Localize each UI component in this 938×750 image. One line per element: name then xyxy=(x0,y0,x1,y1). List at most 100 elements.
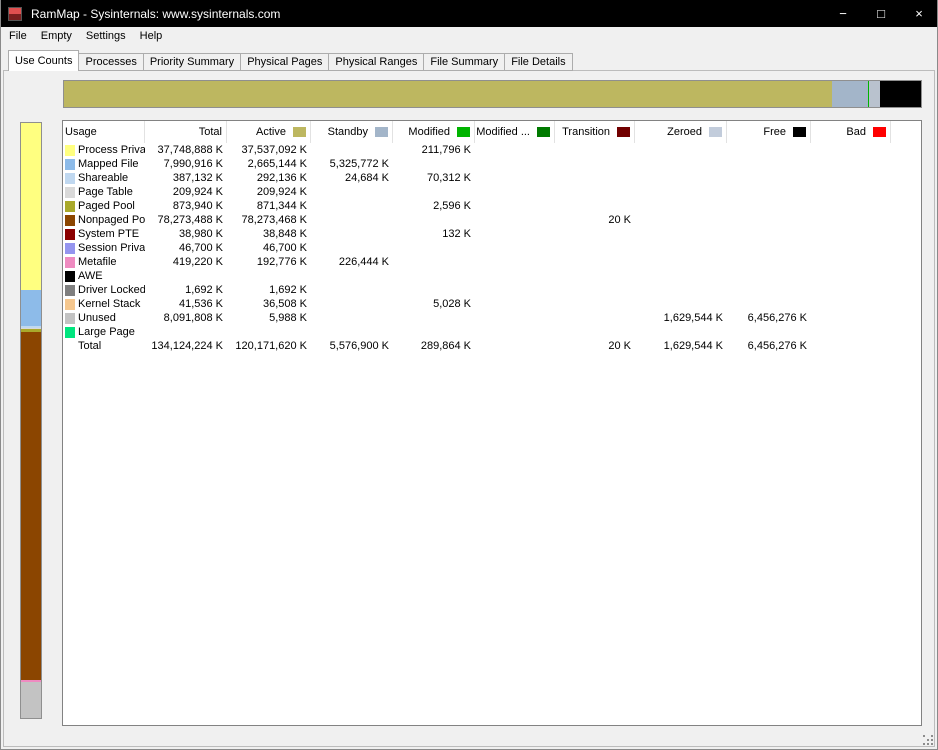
usage-label: Nonpaged Pool xyxy=(78,214,145,226)
system-pte-color-swatch xyxy=(65,228,75,240)
window-controls: − □ × xyxy=(824,0,938,27)
value-cell xyxy=(311,297,393,311)
value-cell xyxy=(475,297,555,311)
table-row-awe[interactable]: AWE xyxy=(63,269,921,283)
titlebar-maximize-button[interactable]: □ xyxy=(862,0,900,27)
tab-priority-summary[interactable]: Priority Summary xyxy=(142,53,242,71)
value-cell xyxy=(727,241,811,255)
hbar-segment-free xyxy=(879,81,921,107)
column-header-bad[interactable]: Bad xyxy=(811,121,891,143)
table-row-unused[interactable]: Unused 8,091,808 K 5,988 K 1,629,544 K 6,456… xyxy=(63,311,921,325)
value-cell xyxy=(555,199,635,213)
table-row-session-private[interactable]: Session Private 46,700 K 46,700 K xyxy=(63,241,921,255)
tab-physical-ranges[interactable]: Physical Ranges xyxy=(328,53,425,71)
table-row-large-page[interactable]: Large Page xyxy=(63,325,921,339)
column-header-active[interactable]: Active xyxy=(227,121,311,143)
metafile-color-swatch xyxy=(65,256,75,268)
value-cell xyxy=(475,213,555,227)
value-cell: 46,700 K xyxy=(178,242,223,254)
value-cell xyxy=(727,269,811,283)
value-cell: 132 K xyxy=(442,228,471,240)
column-header-usage[interactable]: Usage xyxy=(63,121,145,143)
nonpaged-pool-color-swatch xyxy=(65,214,75,226)
paged-pool-color-swatch xyxy=(65,200,75,212)
tab-physical-pages[interactable]: Physical Pages xyxy=(240,53,330,71)
value-cell xyxy=(555,311,635,325)
value-cell xyxy=(635,241,727,255)
usage-cell: Kernel Stack xyxy=(63,297,145,311)
value-cell xyxy=(727,227,811,241)
transition-color-swatch xyxy=(617,127,630,137)
usage-label: Paged Pool xyxy=(78,200,135,212)
value-cell xyxy=(555,255,635,269)
value-cell: 2,665,144 K xyxy=(247,158,307,170)
column-label: Modified xyxy=(408,126,450,138)
memory-bar-vertical xyxy=(20,122,42,719)
tab-file-details[interactable]: File Details xyxy=(504,53,573,71)
title-bar: RamMap - Sysinternals: www.sysinternals.… xyxy=(0,0,938,27)
value-cell: 36,508 K xyxy=(262,298,307,310)
value-cell: 46,700 K xyxy=(262,242,307,254)
table-row-mapped-file[interactable]: Mapped File 7,990,916 K 2,665,144 K 5,325,7… xyxy=(63,157,921,171)
tab-use-counts[interactable]: Use Counts xyxy=(8,50,80,71)
value-cell xyxy=(811,171,891,185)
column-header-total[interactable]: Total xyxy=(145,121,227,143)
value-cell xyxy=(635,283,727,297)
table-row-shareable[interactable]: Shareable 387,132 K 292,136 K 24,684 K 70,31… xyxy=(63,171,921,185)
table-row-nonpaged-pool[interactable]: Nonpaged Pool 78,273,488 K 78,273,468 K 20 … xyxy=(63,213,921,227)
column-header-zeroed[interactable]: Zeroed xyxy=(635,121,727,143)
column-label: Bad xyxy=(846,126,866,138)
table-row-metafile[interactable]: Metafile 419,220 K 192,776 K 226,444 K xyxy=(63,255,921,269)
table-row-process-private[interactable]: Process Private 37,748,888 K 37,537,092 K 2… xyxy=(63,143,921,157)
value-cell xyxy=(727,157,811,171)
table-row-driver-locked[interactable]: Driver Locked 1,692 K 1,692 K xyxy=(63,283,921,297)
table-row-system-pte[interactable]: System PTE 38,980 K 38,848 K 132 K xyxy=(63,227,921,241)
titlebar-minimize-button[interactable]: − xyxy=(824,0,862,27)
menu-item-file[interactable]: File xyxy=(2,27,34,45)
value-cell xyxy=(811,227,891,241)
resize-grip-icon[interactable] xyxy=(923,735,934,746)
mapped-file-color-swatch xyxy=(65,158,75,170)
value-cell xyxy=(393,157,475,171)
usage-label: Large Page xyxy=(78,326,135,338)
value-cell: 226,444 K xyxy=(338,256,389,268)
value-cell xyxy=(727,255,811,269)
table-header: Usage Total Active Standby Modified Modified … xyxy=(63,121,921,143)
value-cell: 38,980 K xyxy=(178,228,223,240)
value-cell xyxy=(727,199,811,213)
table-row-total[interactable]: Total 134,124,224 K 120,171,620 K 5,576,900… xyxy=(63,339,921,353)
value-cell xyxy=(475,325,555,339)
column-header-modified[interactable]: Modified xyxy=(393,121,475,143)
column-header-standby[interactable]: Standby xyxy=(311,121,393,143)
usage-label: System PTE xyxy=(78,228,140,240)
menu-item-empty[interactable]: Empty xyxy=(34,27,79,45)
tab-file-summary[interactable]: File Summary xyxy=(423,53,506,71)
value-cell xyxy=(311,283,393,297)
column-header-transition[interactable]: Transition xyxy=(555,121,635,143)
table-row-kernel-stack[interactable]: Kernel Stack 41,536 K 36,508 K 5,028 K xyxy=(63,297,921,311)
hbar-segment-active xyxy=(64,81,832,107)
column-header-free[interactable]: Free xyxy=(727,121,811,143)
titlebar-close-button[interactable]: × xyxy=(900,0,938,27)
menu-item-help[interactable]: Help xyxy=(133,27,170,45)
usage-label: Kernel Stack xyxy=(78,298,141,310)
value-cell xyxy=(227,325,311,339)
value-cell xyxy=(311,213,393,227)
value-cell xyxy=(635,199,727,213)
column-header-modified[interactable]: Modified ... xyxy=(475,121,555,143)
usage-label: AWE xyxy=(78,270,103,282)
value-cell: 8,091,808 K xyxy=(163,312,223,324)
table-row-page-table[interactable]: Page Table 209,924 K 209,924 K xyxy=(63,185,921,199)
value-cell xyxy=(727,213,811,227)
usage-label: Metafile xyxy=(78,256,117,268)
menu-item-settings[interactable]: Settings xyxy=(79,27,133,45)
table-row-paged-pool[interactable]: Paged Pool 873,940 K 871,344 K 2,596 K xyxy=(63,199,921,213)
value-cell: 7,990,916 K xyxy=(163,158,223,170)
value-cell xyxy=(145,269,227,283)
column-label: Modified ... xyxy=(476,126,530,138)
value-cell xyxy=(635,185,727,199)
value-cell xyxy=(393,185,475,199)
value-cell: 37,748,888 K xyxy=(157,144,223,156)
usage-label: Process Private xyxy=(78,144,145,156)
tab-processes[interactable]: Processes xyxy=(78,53,144,71)
